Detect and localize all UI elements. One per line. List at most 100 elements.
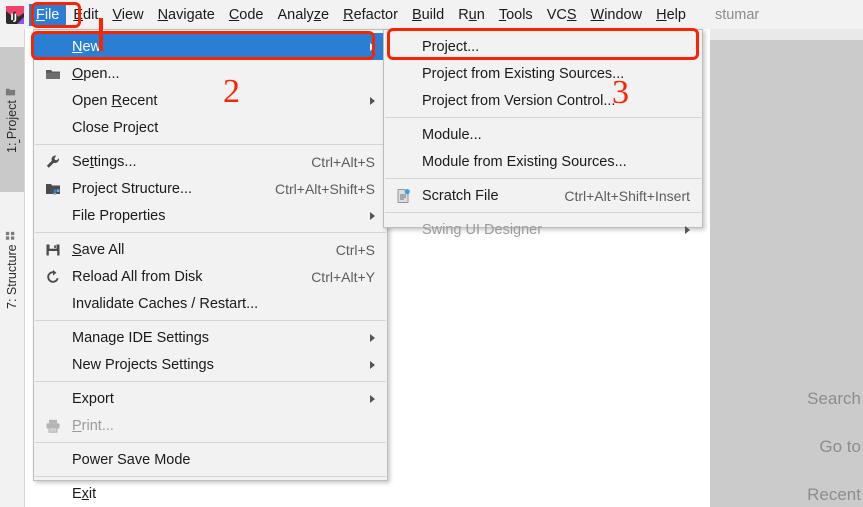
menubar-item-edit[interactable]: Edit (66, 4, 105, 26)
menu-item-label: Power Save Mode (72, 451, 191, 468)
menu-item-project[interactable]: Project... (384, 33, 702, 60)
menu-separator (35, 144, 386, 145)
menu-item-label: Project Structure... (72, 180, 193, 197)
menu-item-label: File Properties (72, 207, 166, 224)
menu-separator (35, 320, 386, 321)
menu-item-power-save-mode[interactable]: Power Save Mode (34, 446, 387, 473)
account-label[interactable]: stumar (715, 7, 759, 23)
editor-background (710, 29, 863, 507)
svg-text:IJ: IJ (10, 13, 17, 23)
menu-item-settings[interactable]: Settings... Ctrl+Alt+S (34, 148, 387, 175)
structure-icon (5, 230, 18, 241)
editor-hint-recent: Recent (807, 485, 861, 504)
menubar-item-help[interactable]: Help (649, 4, 693, 26)
menu-item-export[interactable]: Export (34, 385, 387, 412)
menu-item-label: Print... (72, 417, 114, 434)
submenu-arrow-icon (370, 211, 375, 220)
save-icon (45, 242, 61, 258)
menu-item-shortcut: Ctrl+Alt+Shift+Insert (564, 187, 690, 204)
menu-item-label: Manage IDE Settings (72, 329, 210, 346)
printer-icon (45, 418, 61, 434)
submenu-arrow-icon (370, 360, 375, 369)
submenu-arrow-icon (685, 225, 690, 234)
file-menu-popup: New Open... Open Recent Close Project Settin… (33, 29, 388, 502)
menubar-item-tools[interactable]: Tools (492, 4, 540, 26)
menu-item-label: New (72, 38, 102, 55)
menu-item-close-project[interactable]: Close Project (34, 114, 387, 141)
reload-icon (45, 269, 61, 285)
menu-item-new[interactable]: New (34, 33, 387, 60)
scratch-file-icon (395, 188, 411, 204)
menu-separator (35, 381, 386, 382)
intellij-idea-logo-icon: IJ (5, 5, 25, 25)
menu-item-exit[interactable]: Exit (34, 480, 387, 507)
menubar-item-vcs[interactable]: VCS (540, 4, 584, 26)
menu-item-module-from-existing-sources[interactable]: Module from Existing Sources... (384, 148, 702, 175)
editor-tab-strip (710, 29, 863, 40)
menu-item-label: Swing UI Designer (422, 221, 543, 238)
menu-item-new-projects-settings[interactable]: New Projects Settings (34, 351, 387, 378)
menubar-item-refactor[interactable]: Refactor (336, 4, 405, 26)
menu-item-project-from-existing-sources[interactable]: Project from Existing Sources... (384, 60, 702, 87)
new-submenu-popup: Project... Project from Existing Sources.… (383, 29, 703, 238)
menubar-item-analyze[interactable]: Analyze (271, 4, 337, 26)
menu-separator (385, 178, 701, 179)
menu-item-label: Invalidate Caches / Restart... (72, 295, 259, 312)
menu-item-shortcut: Ctrl+Alt+Shift+S (275, 180, 375, 197)
menu-item-shortcut: Ctrl+Alt+Y (311, 268, 375, 285)
menubar-item-run[interactable]: Run (451, 4, 492, 26)
menu-bar: IJ File Edit View Navigate Code Analyze Refact… (0, 0, 863, 29)
menu-item-manage-ide-settings[interactable]: Manage IDE Settings (34, 324, 387, 351)
menu-item-label: Close Project (72, 119, 159, 136)
menu-item-label: Project from Existing Sources... (422, 65, 625, 82)
menu-item-label: Module from Existing Sources... (422, 153, 627, 170)
toolwindow-tab-structure[interactable]: 7: Structure (0, 197, 24, 342)
menu-separator (385, 117, 701, 118)
toolwindow-tab-label: 7: Structure (5, 244, 19, 310)
menubar-item-code[interactable]: Code (222, 4, 271, 26)
menu-item-label: New Projects Settings (72, 356, 214, 373)
folder-icon (5, 86, 18, 97)
menu-item-shortcut: Ctrl+S (335, 241, 375, 258)
menubar-item-view[interactable]: View (105, 4, 150, 26)
menu-item-invalidate-caches-restart[interactable]: Invalidate Caches / Restart... (34, 290, 387, 317)
menu-item-label: Scratch File (422, 187, 499, 204)
menubar-item-build[interactable]: Build (405, 4, 451, 26)
menu-item-print: Print... (34, 412, 387, 439)
menu-item-shortcut: Ctrl+Alt+S (311, 153, 375, 170)
submenu-arrow-icon (370, 42, 375, 51)
menu-separator (35, 476, 386, 477)
menu-item-project-from-version-control[interactable]: Project from Version Control... (384, 87, 702, 114)
menu-item-scratch-file[interactable]: Scratch File Ctrl+Alt+Shift+Insert (384, 182, 702, 209)
menu-item-label: Settings... (72, 153, 137, 170)
menu-item-label: Open Recent (72, 92, 158, 109)
submenu-arrow-icon (370, 333, 375, 342)
menubar-item-window[interactable]: Window (584, 4, 650, 26)
menu-item-open[interactable]: Open... (34, 60, 387, 87)
menu-item-save-all[interactable]: Save All Ctrl+S (34, 236, 387, 263)
editor-hint-search: Search (807, 389, 861, 408)
open-folder-icon (45, 66, 61, 82)
menu-item-project-structure[interactable]: Project Structure... Ctrl+Alt+Shift+S (34, 175, 387, 202)
menu-item-label: Open... (72, 65, 120, 82)
menu-item-file-properties[interactable]: File Properties (34, 202, 387, 229)
toolwindow-tab-project[interactable]: 1: Project (0, 47, 24, 192)
menu-item-label: Export (72, 390, 114, 407)
menu-item-open-recent[interactable]: Open Recent (34, 87, 387, 114)
menu-item-label: Project... (422, 38, 480, 55)
menubar-item-navigate[interactable]: Navigate (151, 4, 222, 26)
menu-item-reload-all-from-disk[interactable]: Reload All from Disk Ctrl+Alt+Y (34, 263, 387, 290)
menubar-item-file[interactable]: File (29, 3, 67, 26)
menu-item-label: Project from Version Control... (422, 92, 616, 109)
ide-window: 1: Project7: Structure stu SearchGo toRe… (0, 0, 863, 507)
menu-item-module[interactable]: Module... (384, 121, 702, 148)
wrench-icon (45, 154, 61, 170)
submenu-arrow-icon (370, 394, 375, 403)
menu-separator (385, 212, 701, 213)
toolwindow-tab-label: 1: Project (5, 100, 19, 154)
menu-item-swing-ui-designer: Swing UI Designer (384, 216, 702, 243)
menu-item-label: Save All (72, 241, 125, 258)
menu-item-label: Exit (72, 485, 97, 502)
menu-separator (35, 442, 386, 443)
submenu-arrow-icon (370, 96, 375, 105)
